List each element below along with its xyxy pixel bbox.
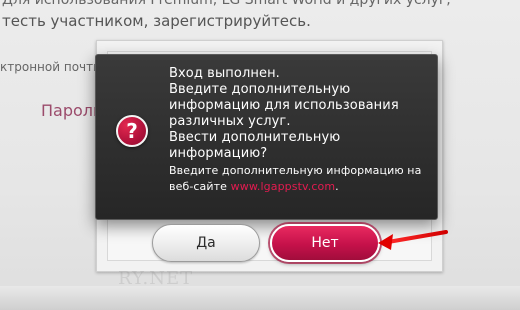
no-button[interactable]: Нет	[270, 224, 380, 262]
dialog-message-line: различных услуг.	[169, 114, 291, 129]
password-field-label: Пароль	[41, 101, 103, 120]
screen: Для использования Premium, LG Smart Worl…	[0, 0, 520, 310]
dialog-note-suffix: .	[335, 180, 339, 193]
question-icon: ?	[116, 115, 148, 147]
dialog-message-line: Введите дополнительную	[169, 82, 351, 97]
dialog-message-line: информацию?	[169, 146, 268, 161]
background-register-line: тесть участником, зарегистрируйтесь.	[2, 12, 311, 30]
dialog-message-line: Ввести дополнительную	[169, 130, 341, 145]
dialog-note-line: Введите дополнительную информацию на	[169, 164, 422, 177]
question-mark-glyph: ?	[126, 118, 138, 143]
dialog-note-website-line: веб-сайте www.lgappstv.com.	[169, 180, 427, 194]
dialog-message-line: Вход выполнен.	[169, 66, 280, 81]
dialog-message: Вход выполнен. Введите дополнительную ин…	[169, 66, 427, 194]
screen-bottom-edge	[0, 286, 520, 310]
login-success-dialog: ? Вход выполнен. Введите дополнительную …	[95, 54, 438, 220]
dialog-message-line: информацию для использования	[169, 98, 399, 113]
dialog-note-prefix: веб-сайте	[169, 180, 231, 193]
dialog-buttons: Да Нет	[152, 224, 392, 262]
background-intro-line: Для использования Premium, LG Smart Worl…	[2, 0, 451, 8]
email-field-label: ктронной почты	[0, 60, 103, 74]
website-link[interactable]: www.lgappstv.com	[231, 180, 336, 193]
yes-button[interactable]: Да	[152, 224, 260, 262]
